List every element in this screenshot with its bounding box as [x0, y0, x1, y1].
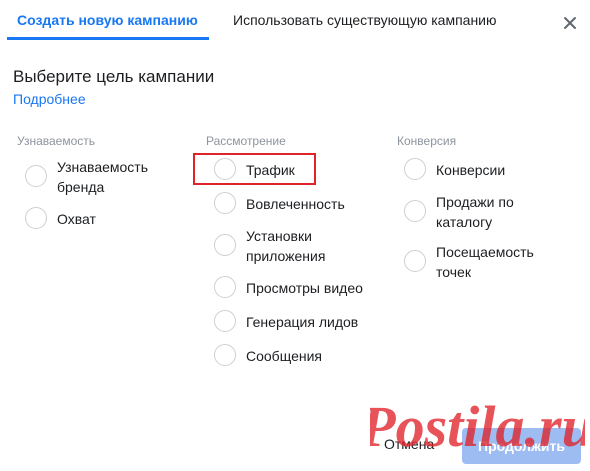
column-awareness: Узнаваемость [17, 134, 95, 148]
watermark-logo: Postila.ru [370, 394, 585, 459]
radio-button[interactable] [404, 200, 426, 222]
radio-button[interactable] [214, 310, 236, 332]
radio-button[interactable] [25, 165, 47, 187]
column-consideration: Рассмотрение [206, 134, 286, 148]
option-label: Сообщения [246, 348, 322, 364]
option-label: Узнаваемость бренда [57, 159, 149, 195]
option-label: Охват [57, 211, 96, 227]
learn-more-link[interactable]: Подробнее [13, 91, 86, 107]
column-conversion: Конверсия [397, 134, 456, 148]
tab-create-new-campaign[interactable]: Создать новую кампанию [17, 12, 198, 28]
column-title-consideration: Рассмотрение [206, 134, 286, 148]
page-title: Выберите цель кампании [13, 67, 215, 86]
tab-use-existing-campaign[interactable]: Использовать существующую кампанию [233, 12, 497, 28]
radio-button[interactable] [214, 344, 236, 366]
column-title-awareness: Узнаваемость [17, 134, 96, 148]
radio-button[interactable] [214, 276, 236, 298]
option-label: Конверсии [436, 162, 506, 178]
option-label: Установки приложения [246, 228, 326, 264]
tab-bar: Создать новую кампанию Использовать суще… [0, 0, 590, 42]
highlight-box-traffic [193, 153, 316, 185]
option-label: Продажи по каталогу [436, 194, 514, 230]
option-label: Просмотры видео [246, 280, 363, 296]
option-label: Посещаемость точек [436, 244, 534, 280]
close-icon[interactable] [559, 12, 581, 34]
active-tab-indicator [7, 37, 209, 40]
radio-button[interactable] [214, 234, 236, 256]
radio-button[interactable] [214, 192, 236, 214]
column-title-conversion: Конверсия [397, 134, 457, 148]
radio-button[interactable] [404, 250, 426, 272]
option-label: Вовлеченность [246, 196, 345, 212]
svg-text:Postila.ru: Postila.ru [370, 394, 585, 459]
radio-button[interactable] [25, 207, 47, 229]
option-label: Генерация лидов [246, 314, 359, 330]
radio-button[interactable] [404, 158, 426, 180]
